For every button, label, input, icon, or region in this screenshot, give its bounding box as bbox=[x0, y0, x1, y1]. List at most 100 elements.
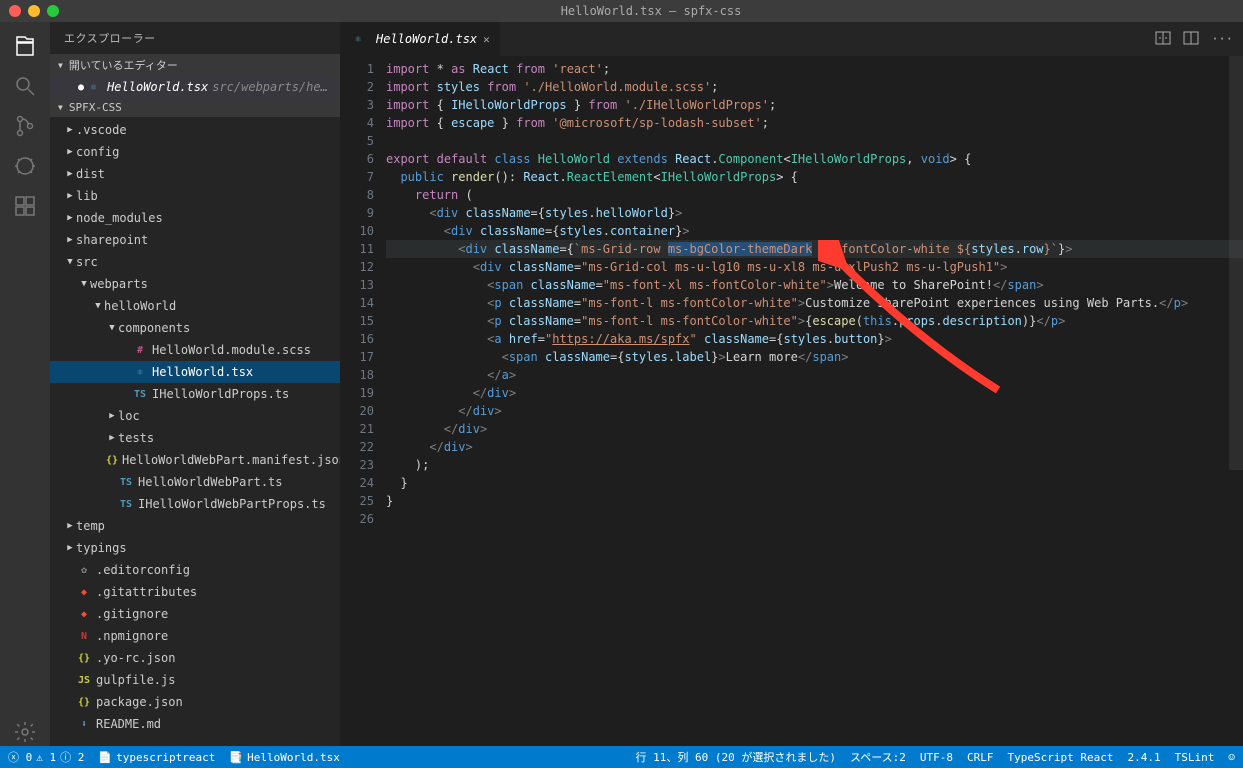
folder-config[interactable]: ▶config bbox=[50, 141, 340, 163]
tree-item-label: .vscode bbox=[76, 123, 127, 137]
chevron-down-icon: ▼ bbox=[78, 279, 90, 289]
file-.editorconfig[interactable]: ✿.editorconfig bbox=[50, 559, 340, 581]
git-file-icon: ◆ bbox=[76, 587, 92, 598]
git-file-icon: ◆ bbox=[76, 609, 92, 620]
chevron-right-icon: ▶ bbox=[64, 191, 76, 201]
tab-filename: HelloWorld.tsx bbox=[376, 32, 477, 46]
open-editors-header[interactable]: ▼開いているエディター bbox=[50, 54, 340, 76]
folder-node_modules[interactable]: ▶node_modules bbox=[50, 207, 340, 229]
close-tab-icon[interactable]: ✕ bbox=[483, 33, 490, 46]
npm-file-icon: N bbox=[76, 631, 92, 642]
folder-sharepoint[interactable]: ▶sharepoint bbox=[50, 229, 340, 251]
code-content[interactable]: import * as React from 'react';import st… bbox=[386, 56, 1243, 746]
tree-item-label: README.md bbox=[96, 717, 161, 731]
chevron-down-icon: ▼ bbox=[92, 301, 104, 311]
explorer-icon[interactable] bbox=[11, 32, 39, 60]
js-file-icon: JS bbox=[76, 675, 92, 686]
split-editor-icon[interactable] bbox=[1183, 30, 1199, 49]
split-compare-icon[interactable] bbox=[1155, 30, 1171, 49]
tree-item-label: components bbox=[118, 321, 190, 335]
tree-item-label: IHelloWorldProps.ts bbox=[152, 387, 289, 401]
folder-loc[interactable]: ▶loc bbox=[50, 405, 340, 427]
folder-dist[interactable]: ▶dist bbox=[50, 163, 340, 185]
titlebar: HelloWorld.tsx — spfx-css bbox=[0, 0, 1243, 22]
tree-item-label: loc bbox=[118, 409, 140, 423]
source-control-icon[interactable] bbox=[11, 112, 39, 140]
sidebar-title: エクスプローラー bbox=[50, 22, 340, 54]
file-HelloWorldWebPart.ts[interactable]: TS HelloWorldWebPart.ts bbox=[50, 471, 340, 493]
file-IHelloWorldWebPartProps.ts[interactable]: TSIHelloWorldWebPartProps.ts bbox=[50, 493, 340, 515]
folder-webparts[interactable]: ▼webparts bbox=[50, 273, 340, 295]
folder-lib[interactable]: ▶lib bbox=[50, 185, 340, 207]
folder-temp[interactable]: ▶temp bbox=[50, 515, 340, 537]
file-IHelloWorldProps.ts[interactable]: TSIHelloWorldProps.ts bbox=[50, 383, 340, 405]
status-cursor-position[interactable]: 行 11、列 60 (20 が選択されました) bbox=[635, 749, 835, 765]
status-infos[interactable]: ⓘ 2 bbox=[60, 749, 84, 765]
editor-scrollbar[interactable] bbox=[1229, 56, 1243, 746]
md-file-icon: ⬇ bbox=[76, 719, 92, 730]
tree-item-label: package.json bbox=[96, 695, 183, 709]
open-editor-item[interactable]: ● ⚛ HelloWorld.tsx src/webparts/helloWor… bbox=[50, 76, 340, 98]
more-actions-icon[interactable]: ··· bbox=[1211, 32, 1233, 46]
activity-bar bbox=[0, 22, 50, 746]
folder-tests[interactable]: ▶tests bbox=[50, 427, 340, 449]
folder-helloWorld[interactable]: ▼helloWorld bbox=[50, 295, 340, 317]
status-linter[interactable]: TSLint bbox=[1175, 751, 1215, 764]
search-icon[interactable] bbox=[11, 72, 39, 100]
file-gulpfile.js[interactable]: JSgulpfile.js bbox=[50, 669, 340, 691]
file-HelloWorldWebPart.manifest.json[interactable]: {}HelloWorldWebPart.manifest.json bbox=[50, 449, 340, 471]
status-active-file[interactable]: 📑 HelloWorld.tsx bbox=[229, 751, 339, 764]
extensions-icon[interactable] bbox=[11, 192, 39, 220]
ts-file-icon: TS bbox=[118, 477, 134, 488]
scss-file-icon: # bbox=[132, 345, 148, 356]
status-language-ext[interactable]: 📄 typescriptreact bbox=[98, 751, 215, 764]
chevron-right-icon: ▶ bbox=[64, 169, 76, 179]
file-HelloWorld.tsx[interactable]: ⚛HelloWorld.tsx bbox=[50, 361, 340, 383]
status-errors[interactable]: ⓧ 0 bbox=[8, 749, 32, 765]
status-language-mode[interactable]: TypeScript React bbox=[1008, 751, 1114, 764]
status-warnings[interactable]: ⚠ 1 bbox=[36, 751, 56, 764]
editor-group: ⚛ HelloWorld.tsx ✕ ··· 12345678910111213… bbox=[340, 22, 1243, 746]
react-icon: ⚛ bbox=[88, 82, 99, 93]
minimize-window-button[interactable] bbox=[28, 5, 40, 17]
chevron-right-icon: ▶ bbox=[64, 147, 76, 157]
debug-icon[interactable] bbox=[11, 152, 39, 180]
window-controls bbox=[9, 5, 59, 17]
file-tree: ▶.vscode▶config▶dist▶lib▶node_modules▶sh… bbox=[50, 117, 340, 746]
status-indentation[interactable]: スペース:2 bbox=[850, 749, 906, 765]
tree-item-label: helloWorld bbox=[104, 299, 176, 313]
tree-item-label: webparts bbox=[90, 277, 148, 291]
chevron-right-icon: ▶ bbox=[64, 125, 76, 135]
folder-src[interactable]: ▼src bbox=[50, 251, 340, 273]
folder-components[interactable]: ▼components bbox=[50, 317, 340, 339]
zoom-window-button[interactable] bbox=[47, 5, 59, 17]
line-number-gutter: 1234567891011121314151617181920212223242… bbox=[340, 56, 386, 746]
file-README.md[interactable]: ⬇ README.md bbox=[50, 713, 340, 735]
file-package.json[interactable]: {}package.json bbox=[50, 691, 340, 713]
tree-item-label: HelloWorldWebPart.ts bbox=[138, 475, 283, 489]
chevron-down-icon: ▼ bbox=[106, 323, 118, 333]
tree-item-label: dist bbox=[76, 167, 105, 181]
tree-item-label: .gitignore bbox=[96, 607, 168, 621]
react-file-icon: ⚛ bbox=[132, 367, 148, 378]
status-ts-version[interactable]: 2.4.1 bbox=[1128, 751, 1161, 764]
settings-icon[interactable] bbox=[11, 718, 39, 746]
close-window-button[interactable] bbox=[9, 5, 21, 17]
project-header[interactable]: ▼SPFX-CSS bbox=[50, 98, 340, 117]
file-.gitattributes[interactable]: ◆.gitattributes bbox=[50, 581, 340, 603]
tree-item-label: node_modules bbox=[76, 211, 163, 225]
tree-item-label: HelloWorld.module.scss bbox=[152, 343, 311, 357]
folder-.vscode[interactable]: ▶.vscode bbox=[50, 119, 340, 141]
file-.yo-rc.json[interactable]: {}.yo-rc.json bbox=[50, 647, 340, 669]
folder-typings[interactable]: ▶typings bbox=[50, 537, 340, 559]
tab-helloworld-tsx[interactable]: ⚛ HelloWorld.tsx ✕ bbox=[340, 22, 501, 56]
status-feedback-icon[interactable]: ☺ bbox=[1228, 751, 1235, 764]
status-eol[interactable]: CRLF bbox=[967, 751, 994, 764]
modified-dot-icon: ● bbox=[78, 82, 84, 93]
file-.npmignore[interactable]: N.npmignore bbox=[50, 625, 340, 647]
tree-item-label: HelloWorldWebPart.manifest.json bbox=[122, 453, 340, 467]
status-encoding[interactable]: UTF-8 bbox=[920, 751, 953, 764]
file-HelloWorld.module.scss[interactable]: # HelloWorld.module.scss bbox=[50, 339, 340, 361]
file-.gitignore[interactable]: ◆ .gitignore bbox=[50, 603, 340, 625]
chevron-down-icon: ▼ bbox=[64, 257, 76, 267]
